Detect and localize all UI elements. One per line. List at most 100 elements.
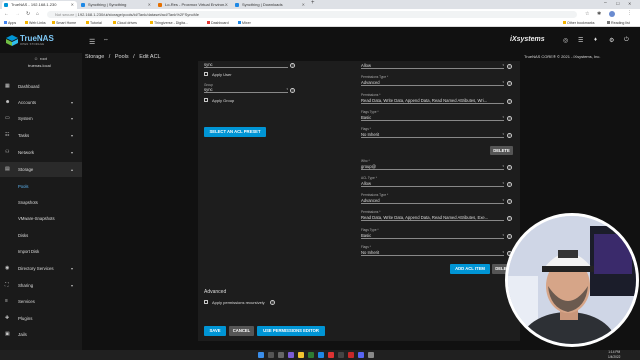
help-icon[interactable]: ? xyxy=(507,64,512,69)
app-icon[interactable] xyxy=(368,352,374,358)
breadcrumb-storage[interactable]: Storage xyxy=(85,54,104,60)
new-tab-icon[interactable]: + xyxy=(311,0,315,6)
teams-icon[interactable] xyxy=(288,352,294,358)
sidebar-item-tasks[interactable]: ☷ Tasks ▾ xyxy=(0,128,82,143)
sidebar-item-services[interactable]: ≡ Services xyxy=(0,294,82,309)
address-bar[interactable]: Not secure | 192.168.1.230/ui/storage/po… xyxy=(47,10,577,18)
maximize-icon[interactable]: ☐ xyxy=(616,1,620,6)
help-icon[interactable]: ? xyxy=(290,63,295,68)
extensions-icon[interactable]: ✱ xyxy=(597,11,601,17)
close-icon[interactable]: ✕ xyxy=(302,1,305,9)
close-icon[interactable]: ✕ xyxy=(148,1,151,9)
breadcrumb-pools[interactable]: Pools xyxy=(115,54,129,60)
bookmark-item[interactable]: Thingiverse - Digita... xyxy=(150,20,188,26)
close-icon[interactable]: ✕ xyxy=(71,1,74,9)
reload-icon[interactable]: ↻ xyxy=(26,11,30,17)
directory-services-icon[interactable]: ☰ xyxy=(578,37,583,44)
help-icon[interactable]: ? xyxy=(507,216,512,221)
alerts-icon[interactable]: ♦ xyxy=(594,37,597,43)
file-explorer-icon[interactable] xyxy=(298,352,304,358)
acl-type-field[interactable]: Allow ▾ xyxy=(361,63,504,69)
cancel-button[interactable]: CANCEL xyxy=(229,326,254,336)
search-icon[interactable] xyxy=(268,352,274,358)
browser-tab[interactable]: Lo-Res - Proxmox Virtual Environ... ✕ xyxy=(156,1,231,9)
bookmark-item[interactable]: Web Links xyxy=(25,20,46,26)
sidebar-item-plugins[interactable]: ✚ Plugins xyxy=(0,311,82,326)
sidebar-item-accounts[interactable]: ☻ Accounts ▾ xyxy=(0,95,82,110)
hamburger-menu-icon[interactable]: ☰ xyxy=(89,38,95,46)
who-field[interactable]: group@ ▾ xyxy=(361,164,504,170)
sidebar-item-sharing[interactable]: ⛶ Sharing ▾ xyxy=(0,278,82,293)
bookmark-item[interactable]: Cloud drives xyxy=(113,20,137,26)
apply-group-checkbox[interactable] xyxy=(204,98,208,102)
bookmark-item[interactable]: Tutorial xyxy=(86,20,102,26)
add-acl-item-button[interactable]: ADD ACL ITEM xyxy=(450,264,490,274)
help-icon[interactable]: ? xyxy=(507,116,512,121)
permissions-type-field[interactable]: Advanced ▾ xyxy=(361,198,504,204)
flags-field[interactable]: No Inherit ▾ xyxy=(361,132,504,138)
flags-type-field[interactable]: Basic ▾ xyxy=(361,115,504,121)
group-field[interactable]: sync ▾ xyxy=(204,87,288,93)
bookmark-apps[interactable]: Apps xyxy=(4,20,16,26)
permissions-type-field[interactable]: Advanced ▾ xyxy=(361,80,504,86)
save-button[interactable]: SAVE xyxy=(204,326,226,336)
help-icon[interactable]: ? xyxy=(290,88,295,93)
sidebar-item-storage[interactable]: ▤ Storage ▴ xyxy=(0,162,82,177)
browser-menu-icon[interactable]: ⋮ xyxy=(627,10,632,16)
sidebar-subitem-pools[interactable]: Pools xyxy=(0,179,82,194)
truecommand-icon[interactable]: ◎ xyxy=(563,37,568,44)
discord-icon[interactable] xyxy=(358,352,364,358)
apply-user-checkbox[interactable] xyxy=(204,72,208,76)
help-icon[interactable]: ? xyxy=(270,299,275,305)
forward-icon[interactable]: → xyxy=(15,11,20,17)
settings-icon[interactable]: ⚙ xyxy=(609,37,614,44)
terminal-icon[interactable] xyxy=(338,352,344,358)
task-manager-icon[interactable]: ⇔ xyxy=(103,37,109,43)
delete-entry-button[interactable]: DELETE xyxy=(490,146,513,155)
chrome-icon[interactable] xyxy=(328,352,334,358)
bookmark-item[interactable]: Smart Home xyxy=(52,20,76,26)
bookmark-item[interactable]: Dashboard xyxy=(207,20,229,26)
help-icon[interactable]: ? xyxy=(507,165,512,170)
home-icon[interactable]: ⌂ xyxy=(36,11,39,17)
help-icon[interactable]: ? xyxy=(507,234,512,239)
profile-avatar[interactable] xyxy=(609,10,615,17)
permissions-field[interactable]: Read Data, Write Data, Append Data, Read… xyxy=(361,215,504,221)
help-icon[interactable]: ? xyxy=(507,99,512,104)
star-icon[interactable]: ☆ xyxy=(585,11,589,17)
help-icon[interactable]: ? xyxy=(507,182,512,187)
back-icon[interactable]: ← xyxy=(4,11,9,17)
minimize-icon[interactable]: – xyxy=(604,0,607,6)
flags-type-field[interactable]: Basic ▾ xyxy=(361,233,504,239)
user-field[interactable]: sync xyxy=(204,62,288,68)
sidebar-item-jails[interactable]: ▣ Jails xyxy=(0,327,82,342)
task-view-icon[interactable] xyxy=(278,352,284,358)
help-icon[interactable]: ? xyxy=(507,81,512,86)
sidebar-item-directory-services[interactable]: ◉ Directory Services ▾ xyxy=(0,261,82,276)
sidebar-subitem-disks[interactable]: Disks xyxy=(0,228,82,243)
bookmark-item[interactable]: Mixer xyxy=(238,20,251,26)
select-acl-preset-button[interactable]: SELECT AN ACL PRESET xyxy=(204,127,266,137)
taskbar-clock[interactable]: 1:14 PM 1/4/2022 xyxy=(608,350,620,360)
app-icon[interactable] xyxy=(348,352,354,358)
browser-tab[interactable]: Syncthing | Downloads ✕ xyxy=(233,1,308,9)
sidebar-item-network[interactable]: ⚇ Network ▾ xyxy=(0,145,82,160)
apply-recursive-checkbox[interactable] xyxy=(204,300,208,304)
bookmark-reading-list[interactable]: Reading list xyxy=(607,20,630,26)
sidebar-item-system[interactable]: ▭ System ▾ xyxy=(0,111,82,126)
sidebar-subitem-import-disk[interactable]: Import Disk xyxy=(0,244,82,259)
close-icon[interactable]: ✕ xyxy=(225,1,228,9)
sidebar-subitem-vmware-snapshots[interactable]: VMware-Snapshots xyxy=(0,211,82,226)
browser-tab[interactable]: Syncthing | Syncthing ✕ xyxy=(79,1,154,9)
sidebar-subitem-snapshots[interactable]: Snapshots xyxy=(0,195,82,210)
help-icon[interactable]: ? xyxy=(507,133,512,138)
edge-icon[interactable] xyxy=(308,352,314,358)
store-icon[interactable] xyxy=(318,352,324,358)
flags-field[interactable]: No Inherit ▾ xyxy=(361,250,504,256)
bookmark-other[interactable]: Other bookmarks xyxy=(563,20,595,26)
help-icon[interactable]: ? xyxy=(507,199,512,204)
sidebar-item-dashboard[interactable]: ▦ Dashboard xyxy=(0,79,82,94)
use-permissions-editor-button[interactable]: USE PERMISSIONS EDITOR xyxy=(257,326,325,336)
power-icon[interactable]: ⏻ xyxy=(624,37,629,44)
permissions-field[interactable]: Read Data, Write Data, Append Data, Read… xyxy=(361,98,504,104)
